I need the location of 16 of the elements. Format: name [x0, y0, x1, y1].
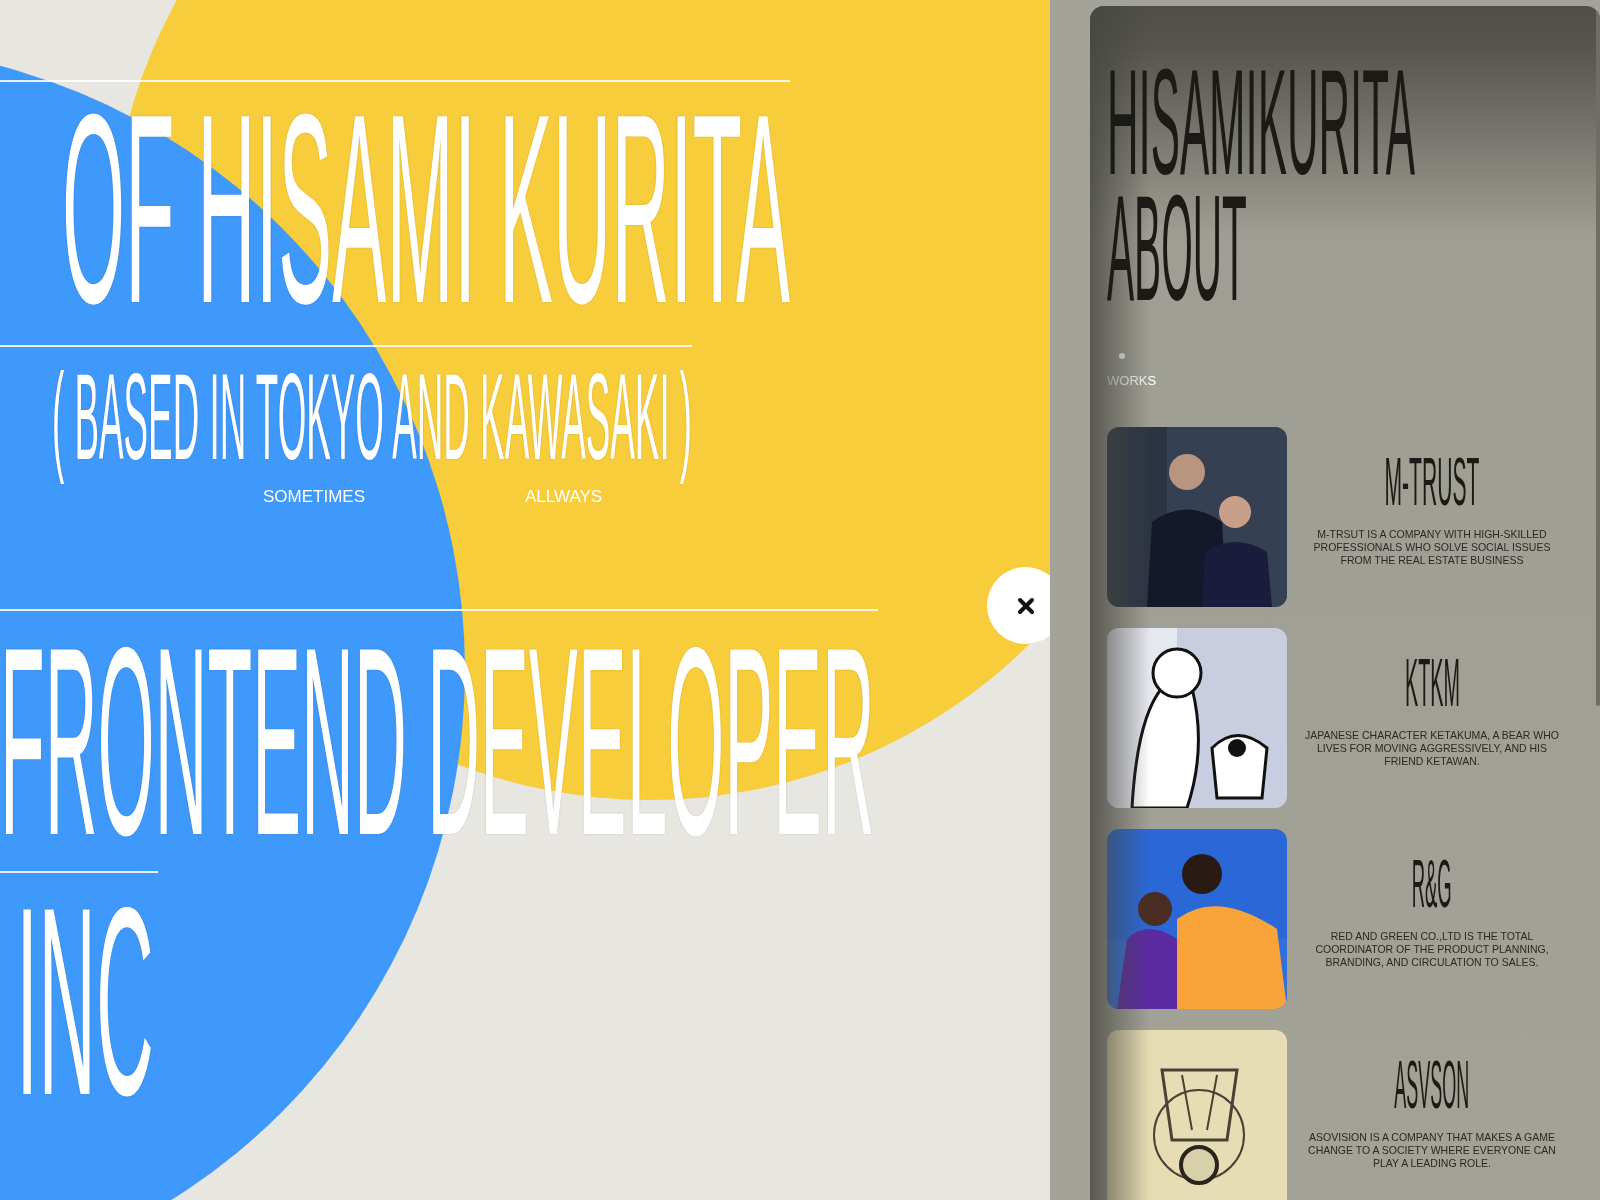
work-title: ASVSON	[1394, 1056, 1470, 1114]
work-description: RED AND GREEN CO.,LTD IS THE TOTAL COORDINATOR OF THE PRODUCT PLANNING, BRANDING, AND CIRCULATION TO SALES.	[1314, 929, 1550, 969]
about-heading: ABOUT	[1107, 184, 1247, 312]
work-title: KTKM	[1404, 654, 1460, 712]
work-description: JAPANESE CHARACTER KETAKUMA, A BEAR WHO LIVES FOR MOVING AGGRESSIVELY, AND HIS FRIEND KETAWAN.	[1304, 728, 1560, 768]
panel-title: HISAMIKURITA	[1107, 59, 1415, 187]
work-title: M-TRUST	[1384, 453, 1480, 511]
close-icon	[1016, 596, 1035, 615]
bullet-icon	[1119, 353, 1125, 359]
section-label: WORKS	[1107, 372, 1158, 390]
work-title: R&G	[1411, 855, 1453, 913]
company-title: INC	[16, 887, 154, 1116]
work-description: ASOVISION IS A COMPANY THAT MAKES A GAME CHANGE TO A SOCIETY WHERE EVERYONE CAN PLAY A LEADING ROLE.	[1307, 1130, 1557, 1170]
note-text: SOMETIMES	[263, 486, 365, 507]
work-description: M-TRSUT IS A COMPANY WITH HIGH-SKILLED PROFESSIONALS WHO SOLVE SOCIAL ISSUES FROM THE REAL ESTATE BUSINESS	[1312, 527, 1552, 567]
note-text: ALLWAYS	[525, 486, 603, 507]
